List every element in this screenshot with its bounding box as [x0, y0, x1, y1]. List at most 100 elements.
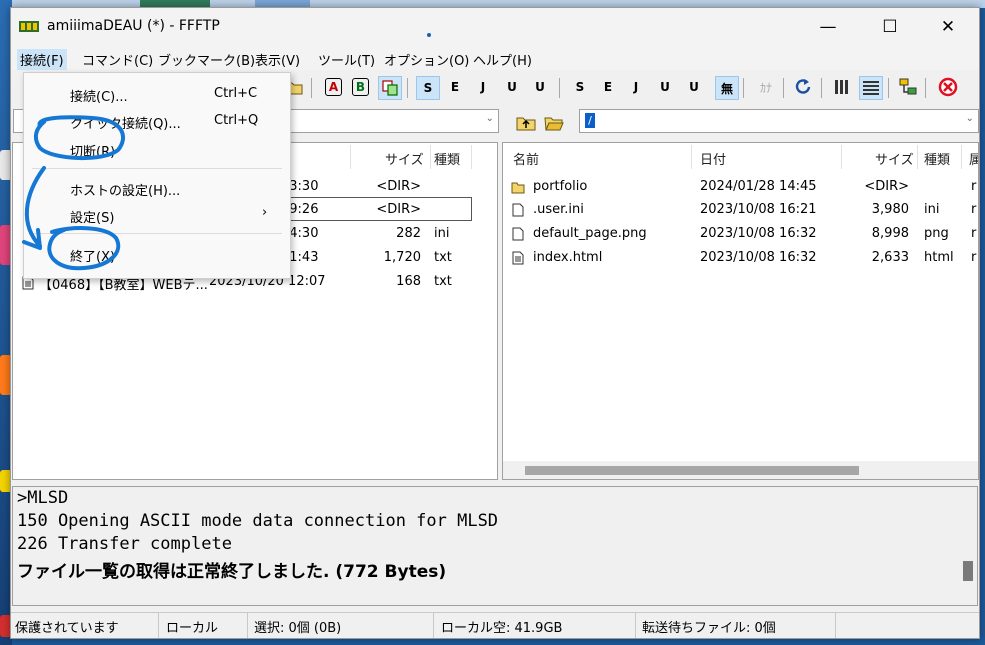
- chevron-down-icon[interactable]: ⌄: [486, 113, 494, 124]
- status-selection: 選択: 0個 (0B): [254, 621, 342, 636]
- status-separator: [247, 613, 248, 638]
- remote-file-attr: r: [971, 250, 977, 265]
- status-side: ローカル: [166, 621, 219, 636]
- binary-mode-button[interactable]: B: [352, 78, 369, 96]
- menu-separator: [32, 233, 282, 234]
- window-title: amiiimaDEAU (*) - FFFTP: [47, 18, 220, 34]
- status-separator: [433, 613, 434, 638]
- ascii-mode-button[interactable]: A: [325, 78, 342, 96]
- status-local-free: ローカル空: 41.9GB: [441, 621, 563, 636]
- local-kanji-utf8-button[interactable]: U: [654, 76, 676, 98]
- remote-path-combo[interactable]: / ⌄: [579, 109, 979, 133]
- log-line: ファイル一覧の取得は正常終了しました. (772 Bytes): [17, 562, 447, 582]
- remote-file-date: 2024/01/28 14:45: [700, 179, 817, 194]
- remote-name-header[interactable]: 名前: [513, 149, 539, 168]
- local-type-header[interactable]: 種類: [434, 149, 460, 168]
- minimize-button[interactable]: —: [799, 8, 857, 46]
- remote-file-pane[interactable]: 名前 日付 サイズ 種類 属 portfolio 2024/01/28 14:4…: [502, 142, 979, 480]
- remote-file-attr: r: [971, 226, 977, 241]
- menu-tools[interactable]: ツール(T): [315, 49, 378, 70]
- menu-bookmark[interactable]: ブックマーク(B): [155, 49, 258, 70]
- local-size-header[interactable]: サイズ: [385, 149, 424, 168]
- connect-dropdown-menu: 接続(C)... Ctrl+C クイック接続(Q)... Ctrl+Q 切断(R…: [23, 72, 291, 279]
- menu-item-label: クイック接続(Q)...: [70, 117, 181, 132]
- menu-bar: 接続(F) コマンド(C) ブックマーク(B) 表示(V) ツール(T) オプシ…: [11, 46, 979, 70]
- menu-connect[interactable]: 接続(F): [17, 49, 67, 70]
- status-security: 保護されています: [15, 621, 119, 636]
- status-separator: [835, 613, 836, 638]
- scrollbar-thumb[interactable]: [963, 561, 973, 581]
- remote-file-attr: r: [971, 179, 977, 194]
- column-separator: [430, 145, 431, 169]
- ffftp-app-icon: [19, 21, 39, 32]
- no-convert-button[interactable]: 無: [715, 76, 739, 100]
- remote-type-header[interactable]: 種類: [924, 149, 950, 168]
- column-separator: [691, 145, 692, 169]
- remote-file-name: portfolio: [533, 179, 588, 194]
- toolbar-separator: [559, 78, 560, 98]
- log-panel[interactable]: >MLSD 150 Opening ASCII mode data connec…: [12, 486, 978, 606]
- cursor-dot: [427, 33, 431, 37]
- file-icon: [512, 203, 524, 217]
- chevron-right-icon: ›: [262, 205, 268, 220]
- close-button[interactable]: ✕: [919, 8, 977, 46]
- local-kanji-utf8bom-button[interactable]: U: [683, 76, 705, 98]
- remote-file-name: index.html: [533, 250, 603, 265]
- stop-icon[interactable]: [937, 76, 959, 98]
- folder-icon: [511, 182, 525, 194]
- remote-file-type: html: [924, 250, 954, 265]
- menu-item-shortcut: Ctrl+Q: [214, 113, 259, 128]
- chevron-down-icon[interactable]: ⌄: [966, 113, 974, 124]
- toolbar-separator: [821, 78, 822, 98]
- toolbar-separator: [888, 78, 889, 98]
- remote-file-name: default_page.png: [533, 226, 647, 241]
- menu-options[interactable]: オプション(O): [381, 49, 472, 70]
- kanji-euc-button[interactable]: E: [444, 76, 466, 98]
- menu-separator: [32, 168, 282, 169]
- local-file-size: 282: [396, 226, 421, 241]
- vertical-scrollbar[interactable]: [959, 487, 977, 605]
- column-separator: [841, 145, 842, 169]
- html-file-icon: [512, 251, 524, 265]
- toolbar-separator: [925, 78, 926, 98]
- remote-date-header[interactable]: 日付: [700, 149, 726, 168]
- kana-convert-button[interactable]: ｶﾅ: [755, 76, 777, 98]
- local-kanji-sjis-button[interactable]: S: [569, 76, 591, 98]
- scrollbar-thumb[interactable]: [525, 466, 859, 475]
- open-folder-icon[interactable]: [543, 111, 565, 133]
- local-kanji-jis-button[interactable]: J: [625, 76, 647, 98]
- menu-item-label: 終了(X): [70, 250, 116, 265]
- menu-view[interactable]: 表示(V): [252, 49, 303, 70]
- local-kanji-euc-button[interactable]: E: [597, 76, 619, 98]
- kanji-sjis-button[interactable]: S: [416, 76, 440, 100]
- local-file-size: 168: [396, 274, 421, 289]
- log-line: 226 Transfer complete: [17, 534, 232, 554]
- remote-file-date: 2023/10/08 16:32: [700, 226, 817, 241]
- remote-attr-header[interactable]: 属: [969, 149, 978, 168]
- status-queue: 転送待ちファイル: 0個: [642, 621, 776, 636]
- auto-mode-icon[interactable]: [378, 76, 402, 100]
- title-bar[interactable]: amiiimaDEAU (*) - FFFTP — ☐ ✕: [11, 8, 979, 46]
- kanji-utf8bom-button[interactable]: U: [529, 76, 551, 98]
- maximize-button[interactable]: ☐: [861, 8, 919, 46]
- menu-help[interactable]: ヘルプ(H): [470, 49, 535, 70]
- sync-tree-icon[interactable]: [897, 76, 919, 98]
- column-separator: [471, 145, 472, 169]
- local-file-size: <DIR>: [376, 202, 421, 217]
- remote-file-name: .user.ini: [533, 202, 584, 217]
- local-file-type: txt: [434, 274, 452, 289]
- menu-command[interactable]: コマンド(C): [79, 49, 156, 70]
- refresh-icon[interactable]: [792, 76, 814, 98]
- log-line: >MLSD: [17, 488, 69, 508]
- remote-size-header[interactable]: サイズ: [875, 149, 914, 168]
- kanji-utf8-button[interactable]: U: [501, 76, 523, 98]
- file-icon: [512, 227, 524, 241]
- horizontal-scrollbar[interactable]: [503, 461, 978, 479]
- menu-item-shortcut: Ctrl+C: [214, 86, 258, 101]
- kanji-jis-button[interactable]: J: [472, 76, 494, 98]
- column-separator: [917, 145, 918, 169]
- parent-folder-icon[interactable]: [515, 111, 537, 133]
- detail-view-icon[interactable]: [859, 76, 883, 100]
- local-file-size: 1,720: [383, 250, 421, 265]
- list-view-icon[interactable]: [831, 76, 853, 98]
